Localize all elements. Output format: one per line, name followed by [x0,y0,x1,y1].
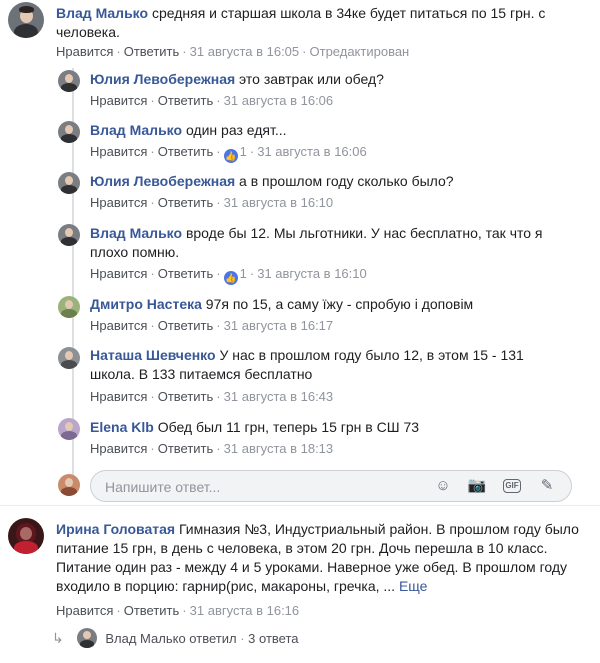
comment-text: Влад Малько средняя и старшая школа в 34… [56,4,586,42]
comment-actions: Нравится · Ответить · 31 августа в 16:05 · Отр… [56,44,410,59]
comment-author[interactable]: Дмитро Настека [90,296,202,312]
comment-actions: Нравится · Ответить · 31 августа в 16:16 [56,603,300,618]
reply-link[interactable]: Ответить [158,318,214,333]
replies-text: ответил [189,631,237,646]
comment-author[interactable]: Влад Малько [56,5,148,21]
sticker-icon[interactable]: ✎ [537,476,557,496]
comment-author[interactable]: Влад Малько [90,225,182,241]
timestamp[interactable]: 31 августа в 16:06 [257,144,367,159]
view-replies-link[interactable]: ↳ Влад Малько ответил · 3 ответа [52,628,299,652]
comment-author[interactable]: Юлия Левобережная [90,71,235,87]
timestamp[interactable]: 31 августа в 16:17 [224,318,334,333]
comment-text: Юлия Левобережная а в прошлом году сколь… [90,172,580,191]
reply-link[interactable]: Ответить [158,144,214,159]
comment-text: Влад Малько один раз едят... [90,121,580,140]
comment-author[interactable]: Влад Малько [90,122,182,138]
comment-body: это завтрак или обед? [239,71,384,87]
avatar[interactable] [58,121,80,143]
like-link[interactable]: Нравится [56,603,113,618]
comment-actions: Нравится · Ответить · 👍 1 · 31 августа в 16:06 [90,144,367,163]
avatar [58,474,80,496]
avatar[interactable] [58,224,80,246]
comment-actions: Нравится · Ответить · 👍 1 · 31 августа в 16:10 [90,266,367,285]
comment-author[interactable]: Наташа Шевченко [90,347,216,363]
see-more-link[interactable]: Еще [399,578,428,594]
edited-label[interactable]: Отредактирован [310,44,410,59]
reply-link[interactable]: Ответить [158,389,214,404]
replies-author: Влад Малько [105,631,186,646]
comment-actions: Нравится · Ответить · 31 августа в 16:06 [90,93,334,108]
camera-icon[interactable]: 📷 [467,476,487,496]
like-link[interactable]: Нравится [90,318,147,333]
comment-text: Дмитро Настека 97я по 15, а саму їжу - с… [90,295,580,314]
comment-actions: Нравится · Ответить · 31 августа в 16:43 [90,389,334,404]
comment-body: а в прошлом году сколько было? [239,173,454,189]
comment-text: Наташа Шевченко У нас в прошлом году был… [90,346,560,384]
comment-body: Обед был 11 грн, теперь 15 грн в СШ 73 [157,419,420,435]
like-link[interactable]: Нравится [90,195,147,210]
like-link[interactable]: Нравится [90,441,147,456]
like-link[interactable]: Нравится [90,144,147,159]
comment-text: Влад Малько вроде бы 12. Мы льготники. У… [90,224,570,262]
like-link[interactable]: Нравится [90,93,147,108]
divider [0,505,600,506]
gif-icon[interactable]: GIF [503,479,521,493]
timestamp[interactable]: 31 августа в 16:16 [190,603,300,618]
comment-text: Ирина Головатая Гимназия №3, Индустриаль… [56,520,586,596]
reply-link[interactable]: Ответить [158,195,214,210]
like-count[interactable]: 1 [240,144,247,159]
timestamp[interactable]: 31 августа в 16:43 [224,389,334,404]
emoji-icon[interactable]: ☺ [433,476,453,496]
timestamp[interactable]: 31 августа в 16:10 [224,195,334,210]
timestamp[interactable]: 31 августа в 16:10 [257,266,367,281]
reply-link[interactable]: Ответить [158,93,214,108]
comment-author[interactable]: Юлия Левобережная [90,173,235,189]
comment-body: 97я по 15, а саму їжу - спробую і допові… [205,296,474,312]
like-icon[interactable]: 👍 [223,271,238,285]
comment-actions: Нравится · Ответить · 31 августа в 18:13 [90,441,334,456]
avatar[interactable] [58,418,80,440]
like-link[interactable]: Нравится [90,389,147,404]
reply-link[interactable]: Ответить [124,603,180,618]
timestamp[interactable]: 31 августа в 18:13 [224,441,334,456]
avatar[interactable] [58,296,80,318]
avatar[interactable] [58,70,80,92]
comment-author[interactable]: Ирина Головатая [56,521,175,537]
avatar[interactable] [58,347,80,369]
reply-link[interactable]: Ответить [158,441,214,456]
comment-text: Elena Klb Обед был 11 грн, теперь 15 грн… [90,418,580,437]
replies-count: 3 ответа [248,631,299,646]
reply-link[interactable]: Ответить [124,44,180,59]
avatar[interactable] [8,2,44,38]
comment-author[interactable]: Elena Klb [90,419,154,435]
reply-arrow-icon: ↳ [52,630,64,646]
avatar[interactable] [58,172,80,194]
comment-actions: Нравится · Ответить · 31 августа в 16:17 [90,318,334,333]
like-count[interactable]: 1 [240,266,247,281]
like-icon[interactable]: 👍 [223,149,238,163]
timestamp[interactable]: 31 августа в 16:06 [224,93,334,108]
like-link[interactable]: Нравится [56,44,113,59]
comment-body: один раз едят... [185,122,287,138]
reply-box[interactable]: ☺ 📷 GIF ✎ [90,470,572,502]
comment-text: Юлия Левобережная это завтрак или обед? [90,70,580,89]
timestamp[interactable]: 31 августа в 16:05 [190,44,300,59]
avatar[interactable] [8,518,44,554]
avatar [77,628,98,648]
reply-input[interactable] [103,477,427,497]
comment-actions: Нравится · Ответить · 31 августа в 16:10 [90,195,334,210]
like-link[interactable]: Нравится [90,266,147,281]
reply-link[interactable]: Ответить [158,266,214,281]
